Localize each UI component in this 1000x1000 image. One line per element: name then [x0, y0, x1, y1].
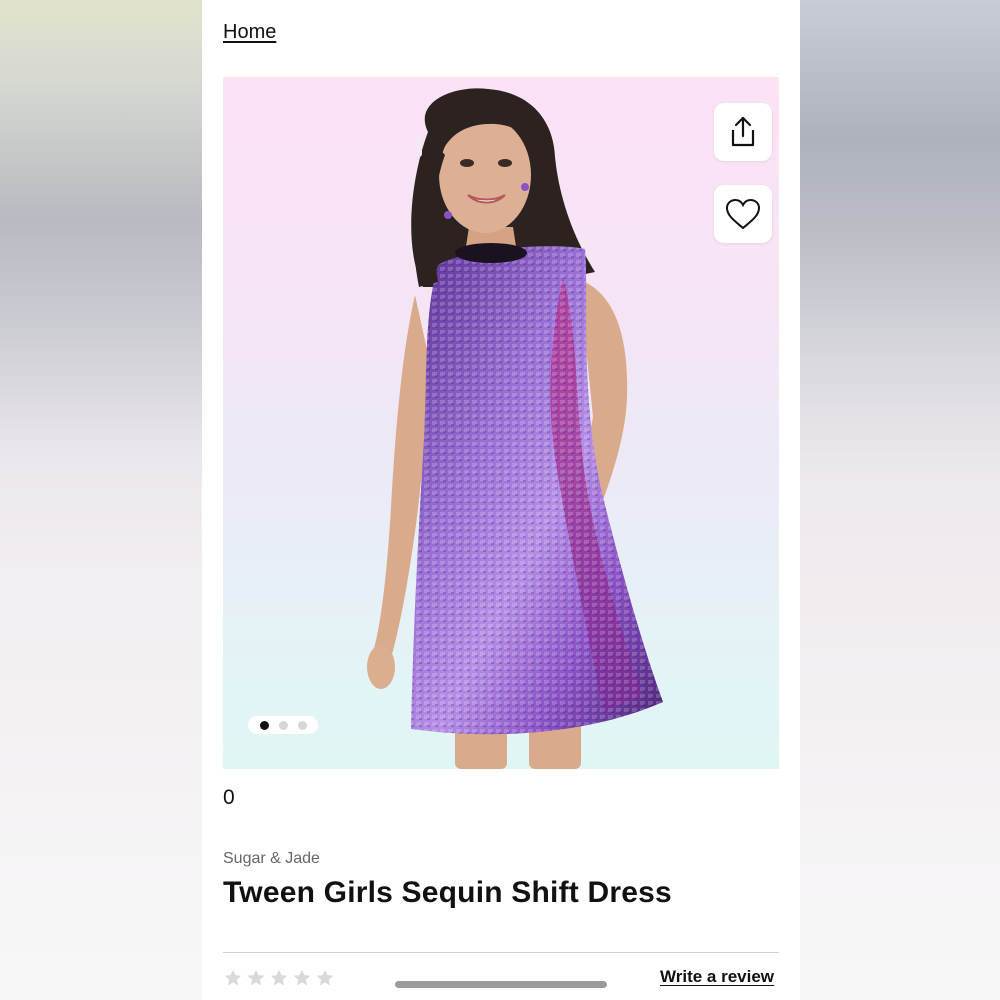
image-count: 0 [223, 786, 235, 809]
star-icon[interactable] [246, 968, 266, 988]
pagination-dot-2[interactable] [278, 720, 288, 730]
pagination-dot-3[interactable] [297, 720, 307, 730]
rating-stars [223, 968, 335, 988]
product-page: Home 0 Sugar & Jade Tween Girls Sequin S… [202, 0, 800, 1000]
product-title: Tween Girls Sequin Shift Dress [223, 876, 672, 909]
home-indicator[interactable] [395, 981, 607, 988]
breadcrumb-home-link[interactable]: Home [223, 21, 276, 44]
star-icon[interactable] [292, 968, 312, 988]
share-icon [731, 116, 755, 147]
star-icon[interactable] [269, 968, 289, 988]
divider [223, 952, 779, 953]
heart-icon [725, 198, 761, 230]
share-button[interactable] [714, 103, 772, 161]
write-review-link[interactable]: Write a review [660, 967, 774, 987]
pagination-dot-1[interactable] [259, 720, 269, 730]
favorite-button[interactable] [714, 185, 772, 243]
star-icon[interactable] [315, 968, 335, 988]
product-brand[interactable]: Sugar & Jade [223, 850, 320, 868]
star-icon[interactable] [223, 968, 243, 988]
product-image-gallery[interactable] [223, 77, 779, 769]
gallery-pagination [248, 716, 318, 734]
background-blur-right [800, 0, 1000, 1000]
background-blur-left [0, 0, 202, 1000]
product-photo [367, 88, 663, 769]
